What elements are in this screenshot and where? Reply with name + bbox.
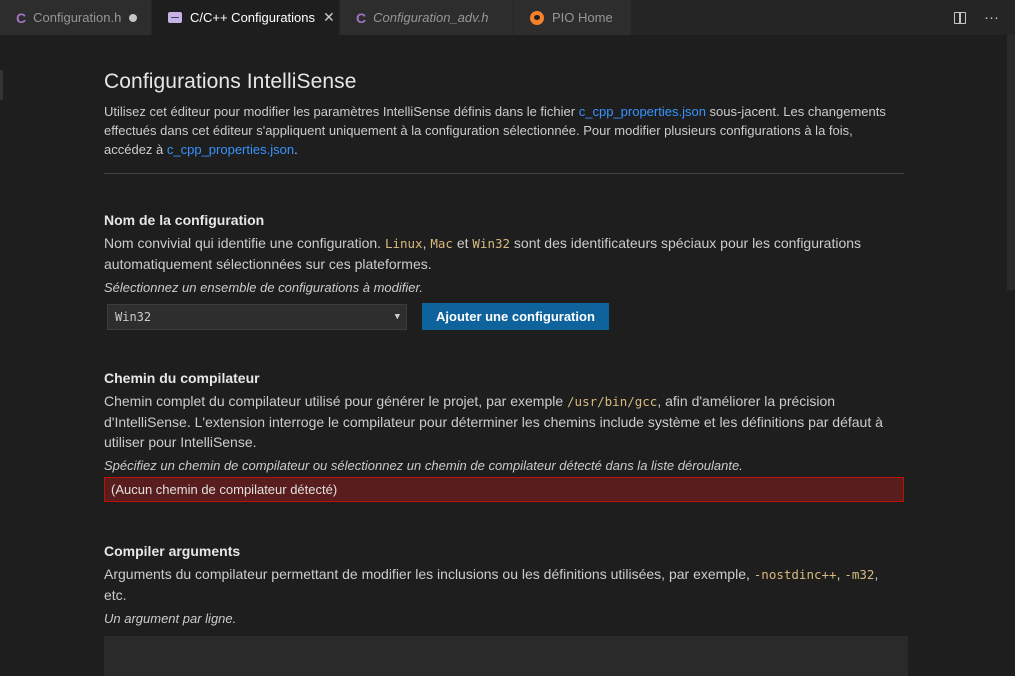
properties-file-link[interactable]: c_cpp_properties.json: [579, 104, 706, 119]
section-description: Arguments du compilateur permettant de m…: [104, 564, 904, 605]
editor-tab-bar: C Configuration.h C/C++ Configurations ✕…: [0, 0, 1015, 35]
section-title: Compiler arguments: [104, 543, 241, 559]
c-file-icon: C: [16, 9, 27, 26]
tab-cpp-configurations[interactable]: C/C++ Configurations ✕: [152, 0, 340, 35]
compiler-args-textarea[interactable]: [104, 636, 908, 676]
chevron-down-icon: ▼: [394, 311, 400, 322]
configuration-select[interactable]: Win32 ▼: [107, 303, 407, 330]
more-actions-icon[interactable]: ···: [984, 9, 999, 26]
compiler-args-section: Compiler arguments Arguments du compilat…: [104, 543, 908, 676]
tab-label: C/C++ Configurations: [190, 10, 316, 25]
c-file-icon: C: [356, 9, 367, 26]
close-icon[interactable]: ✕: [323, 9, 335, 26]
compiler-path-input[interactable]: (Aucun chemin de compilateur détecté): [104, 477, 904, 502]
compiler-path-section: Chemin du compilateur Chemin complet du …: [104, 370, 904, 502]
config-name-section: Nom de la configuration Nom convivial qu…: [104, 212, 904, 330]
settings-content: Configurations IntelliSense Utilisez cet…: [104, 70, 908, 676]
desc-text: et: [452, 235, 473, 251]
desc-text: Arguments du compilateur permettant de m…: [104, 566, 754, 582]
divider: [104, 173, 904, 174]
config-select-row: Win32 ▼ Ajouter une configuration: [104, 303, 904, 330]
section-description: Chemin complet du compilateur utilisé po…: [104, 391, 904, 452]
desc-text: Nom convivial qui identifie une configur…: [104, 235, 385, 251]
code-m32: -m32: [844, 567, 875, 582]
code-gcc-path: /usr/bin/gcc: [567, 394, 658, 409]
section-title: Nom de la configuration: [104, 212, 265, 228]
tab-configuration-h[interactable]: C Configuration.h: [0, 0, 152, 35]
desc-text: Chemin complet du compilateur utilisé po…: [104, 393, 568, 409]
settings-editor-icon: [168, 12, 182, 23]
tab-label: Configuration.h: [33, 10, 122, 25]
section-hint: Sélectionnez un ensemble de configuratio…: [104, 280, 423, 295]
scroll-indicator: [0, 70, 3, 100]
tab-pio-home[interactable]: PIO Home: [514, 0, 632, 35]
modified-dot-icon: [129, 13, 138, 22]
section-hint: Spécifiez un chemin de compilateur ou sé…: [104, 458, 743, 473]
code-nostdinc: -nostdinc++: [753, 567, 837, 582]
select-value: Win32: [115, 309, 152, 324]
desc-text: Utilisez cet éditeur pour modifier les p…: [104, 104, 579, 119]
scrollbar[interactable]: [1007, 35, 1015, 290]
page-title: Configurations IntelliSense: [104, 70, 357, 93]
code-linux: Linux: [384, 236, 423, 251]
code-win32: Win32: [472, 236, 511, 251]
page-description: Utilisez cet éditeur pour modifier les p…: [104, 102, 904, 159]
input-value: (Aucun chemin de compilateur détecté): [111, 482, 338, 497]
desc-text: .: [294, 142, 298, 157]
section-description: Nom convivial qui identifie une configur…: [104, 233, 904, 274]
editor-actions: ···: [954, 0, 999, 35]
split-editor-icon[interactable]: [954, 11, 966, 24]
add-configuration-button[interactable]: Ajouter une configuration: [422, 303, 609, 330]
section-hint: Un argument par ligne.: [104, 611, 237, 626]
platformio-icon: [530, 10, 544, 25]
code-mac: Mac: [430, 236, 453, 251]
section-title: Chemin du compilateur: [104, 370, 260, 386]
tab-label: PIO Home: [552, 10, 613, 25]
properties-file-link[interactable]: c_cpp_properties.json: [167, 142, 294, 157]
tab-label: Configuration_adv.h: [373, 10, 489, 25]
tab-configuration-adv-h[interactable]: C Configuration_adv.h: [340, 0, 514, 35]
